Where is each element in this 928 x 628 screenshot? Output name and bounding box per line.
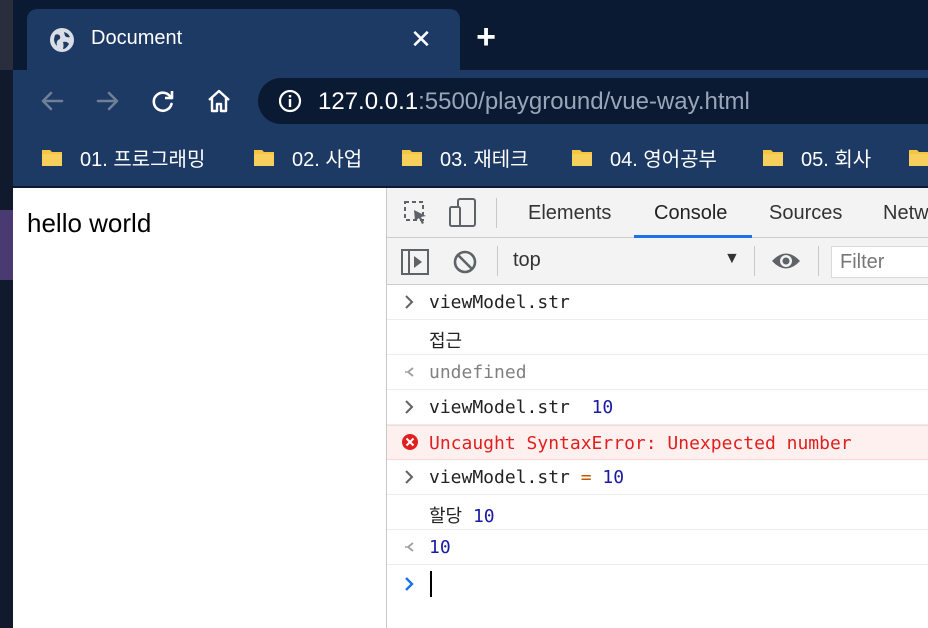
console-output: viewModel.str 접근 undefined viewModel.str… <box>387 285 928 603</box>
browser-tab-active[interactable]: Document ✕ <box>27 9 460 70</box>
console-result-row: undefined <box>387 355 928 390</box>
eye-icon[interactable] <box>771 250 801 272</box>
console-log-row: 접근 <box>387 320 928 355</box>
tab-sources[interactable]: Sources <box>769 202 842 225</box>
chevron-right-icon <box>405 400 414 414</box>
bookmark-folder-company[interactable]: 05. 회사 <box>762 142 871 172</box>
console-input-row: viewModel.str 10 <box>387 390 928 425</box>
console-prompt[interactable] <box>387 565 928 603</box>
forward-arrow-icon[interactable] <box>91 84 125 118</box>
bookmark-folder-business[interactable]: 02. 사업 <box>253 142 362 172</box>
background-window-edge <box>0 0 13 628</box>
tab-strip: Document ✕ + <box>13 0 928 70</box>
prompt-chevron-icon <box>405 577 414 591</box>
chevron-right-icon <box>405 295 414 309</box>
bookmark-folder-finance[interactable]: 03. 재테크 <box>401 142 529 172</box>
chevron-right-icon <box>405 470 414 484</box>
console-command: viewModel.str <box>429 467 570 488</box>
browser-toolbar: 127.0.0.1:5500/playground/vue-way.html <box>13 70 928 130</box>
home-icon[interactable] <box>202 84 236 118</box>
console-result-row: 10 <box>387 530 928 565</box>
console-number: 10 <box>472 506 495 527</box>
tab-elements[interactable]: Elements <box>528 202 611 225</box>
reload-icon[interactable] <box>146 84 180 118</box>
site-info-icon[interactable] <box>278 89 302 113</box>
chevron-down-icon[interactable]: ▼ <box>724 250 740 268</box>
clear-console-icon[interactable] <box>453 250 477 274</box>
console-command: viewModel.str <box>429 292 570 313</box>
return-arrow-icon <box>405 367 414 377</box>
console-number: 10 <box>591 397 614 418</box>
folder-icon <box>572 150 592 166</box>
folder-icon <box>254 150 274 166</box>
bookmark-label: 05. 회사 <box>801 148 872 171</box>
url-path: :5500/playground/vue-way.html <box>418 88 750 115</box>
console-log-text: 접근 <box>429 331 463 352</box>
console-log-row: 할당 10 <box>387 495 928 530</box>
bookmark-folder-overflow[interactable] <box>908 142 928 172</box>
console-input-row: viewModel.str <box>387 285 928 320</box>
tab-title: Document <box>91 27 183 49</box>
folder-icon <box>763 150 783 166</box>
console-operator: = <box>580 467 592 488</box>
inspect-element-icon[interactable] <box>403 200 429 226</box>
tab-network[interactable]: Netw <box>883 202 928 225</box>
page-viewport: hello world <box>13 188 386 628</box>
new-tab-icon[interactable]: + <box>471 20 501 54</box>
return-arrow-icon <box>405 542 414 552</box>
browser-window: Document ✕ + 127.0.0.1:5500/playground/v… <box>0 0 928 628</box>
show-sidebar-icon[interactable] <box>401 249 429 275</box>
address-bar[interactable]: 127.0.0.1:5500/playground/vue-way.html <box>258 78 928 124</box>
context-selector[interactable]: top <box>513 249 541 272</box>
bookmark-label: 03. 재테크 <box>440 148 529 171</box>
console-result-value: 10 <box>429 537 451 558</box>
filter-input-wrapper <box>831 246 928 278</box>
bookmark-label: 01. 프로그래밍 <box>80 148 206 171</box>
console-input-row: viewModel.str = 10 <box>387 460 928 495</box>
devtools-tabbar: Elements Console Sources Netw <box>387 188 928 238</box>
console-number: 10 <box>602 467 625 488</box>
console-error-text: Uncaught SyntaxError: Unexpected number <box>429 433 852 454</box>
folder-icon <box>402 150 422 166</box>
close-tab-icon[interactable]: ✕ <box>407 25 435 53</box>
console-command: viewModel.str <box>429 397 570 418</box>
bookmark-label: 04. 영어공부 <box>610 148 717 171</box>
console-log-text: 할당 <box>429 506 463 527</box>
error-icon <box>402 434 418 450</box>
bookmark-folder-english[interactable]: 04. 영어공부 <box>571 142 717 172</box>
devtools-panel: Elements Console Sources Netw top ▼ Filt… <box>386 188 928 628</box>
console-result-value: undefined <box>429 362 527 383</box>
page-text: hello world <box>27 208 152 238</box>
folder-icon <box>909 150 928 166</box>
back-arrow-icon[interactable] <box>35 84 69 118</box>
console-toolbar: top ▼ <box>387 238 928 285</box>
url-host: 127.0.0.1 <box>318 88 419 115</box>
text-caret <box>430 571 432 597</box>
folder-icon <box>42 150 62 166</box>
url-text[interactable]: 127.0.0.1:5500/playground/vue-way.html <box>318 88 750 116</box>
filter-input[interactable] <box>832 247 928 277</box>
bookmark-label: 02. 사업 <box>292 148 363 171</box>
bookmarks-bar: 01. 프로그래밍 02. 사업 03. 재테크 04. 영어공부 05. 회사 <box>13 130 928 186</box>
tab-console[interactable]: Console <box>654 202 727 225</box>
globe-icon <box>50 28 74 52</box>
console-error-row: Uncaught SyntaxError: Unexpected number <box>387 425 928 460</box>
bookmark-folder-programming[interactable]: 01. 프로그래밍 <box>41 142 205 172</box>
device-toolbar-icon[interactable] <box>449 198 477 228</box>
